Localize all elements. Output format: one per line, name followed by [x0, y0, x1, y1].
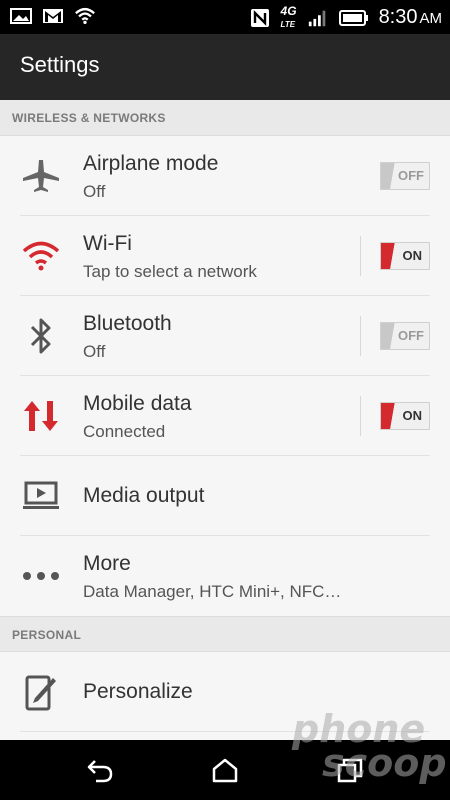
toggle-state: OFF [398, 328, 424, 343]
toggle-knob [381, 243, 401, 269]
setting-title: Airplane mode [83, 152, 219, 175]
setting-title: Personalize [83, 680, 193, 703]
more-dots-icon [20, 556, 62, 596]
setting-subtitle: Off [83, 182, 106, 201]
toggle-knob [381, 403, 401, 429]
toggle-state: OFF [398, 168, 424, 183]
back-icon[interactable] [86, 757, 114, 783]
section-header-personal: PERSONAL [0, 616, 450, 652]
toggle-state: ON [402, 408, 423, 423]
toggle-state: ON [402, 248, 423, 263]
setting-bluetooth[interactable]: Bluetooth Off OFF [20, 296, 430, 376]
setting-subtitle: Connected [83, 422, 166, 441]
setting-subtitle: Off [83, 342, 106, 361]
watermark-logo: phone scoop [292, 707, 447, 785]
signal-icon [308, 10, 325, 27]
mobile-data-toggle[interactable]: ON [380, 402, 430, 430]
setting-title: More [83, 552, 131, 575]
divider [360, 316, 361, 356]
section-header-wireless: WIRELESS & NETWORKS [0, 100, 450, 136]
setting-media-output[interactable]: Media output [20, 456, 430, 536]
section-label: PERSONAL [12, 628, 82, 642]
setting-mobile-data[interactable]: Mobile data Connected ON [20, 376, 430, 456]
nfc-icon [250, 9, 269, 27]
setting-title: Bluetooth [83, 312, 172, 335]
setting-title: Media output [83, 484, 205, 507]
status-bar: 4G LTE 8:30 AM [0, 0, 450, 34]
bluetooth-icon [20, 316, 62, 356]
setting-airplane-mode[interactable]: Airplane mode Off OFF [20, 136, 430, 216]
setting-subtitle: Tap to select a network [83, 262, 257, 281]
section-label: WIRELESS & NETWORKS [12, 111, 166, 125]
gmail-icon [43, 9, 63, 23]
airplane-mode-toggle[interactable]: OFF [380, 162, 430, 190]
setting-more[interactable]: More Data Manager, HTC Mini+, NFC… [20, 536, 430, 616]
wifi-icon [20, 236, 62, 276]
setting-title: Mobile data [83, 392, 192, 415]
gallery-icon [10, 8, 32, 24]
settings-list[interactable]: WIRELESS & NETWORKS Airplane mode Off OF… [0, 100, 450, 740]
media-output-icon [20, 476, 62, 516]
setting-title: Wi-Fi [83, 232, 132, 255]
battery-icon [338, 10, 368, 26]
home-icon[interactable] [211, 757, 239, 783]
personalize-icon [20, 672, 62, 712]
page-title: Settings [20, 52, 100, 77]
app-bar: Settings [0, 34, 450, 100]
setting-wifi[interactable]: Wi-Fi Tap to select a network ON [20, 216, 430, 296]
airplane-icon [20, 156, 62, 196]
wifi-toggle[interactable]: ON [380, 242, 430, 270]
divider [360, 236, 361, 276]
mobile-data-icon [20, 396, 62, 436]
bluetooth-toggle[interactable]: OFF [380, 322, 430, 350]
4g-lte-icon: 4G LTE [280, 4, 297, 29]
setting-subtitle: Data Manager, HTC Mini+, NFC… [83, 582, 342, 601]
wifi-icon [75, 7, 95, 25]
divider [360, 396, 361, 436]
clock: 8:30 AM [378, 6, 442, 28]
